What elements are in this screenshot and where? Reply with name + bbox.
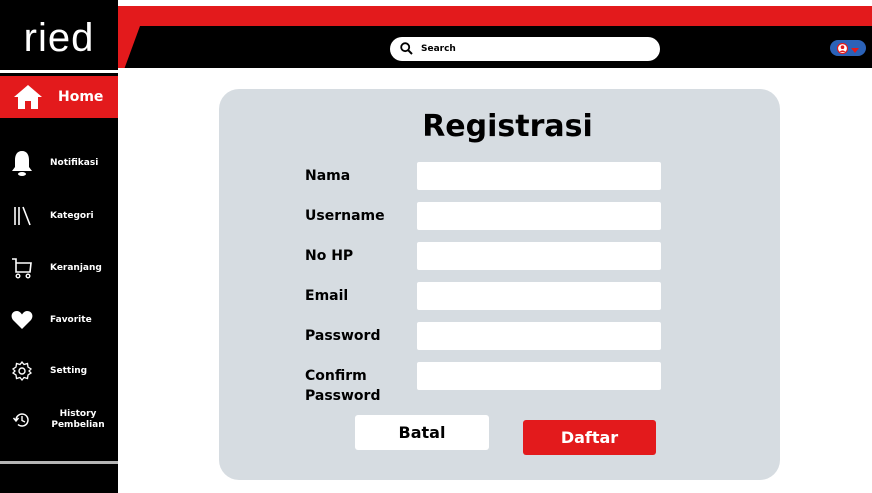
confirm-password-input[interactable] bbox=[417, 362, 661, 390]
form-row-username: Username bbox=[305, 202, 665, 230]
field-label: No HP bbox=[305, 248, 354, 264]
sidebar-item-label: Keranjang bbox=[50, 262, 102, 273]
nav-accent-notch bbox=[118, 26, 140, 68]
form-row-nama: Nama bbox=[305, 162, 665, 190]
form-row-email: Email bbox=[305, 282, 665, 310]
cancel-button[interactable]: Batal bbox=[355, 415, 489, 450]
home-icon bbox=[8, 76, 48, 118]
heart-icon bbox=[2, 300, 42, 340]
bell-icon bbox=[2, 143, 42, 183]
user-icon bbox=[836, 39, 849, 58]
search-bar[interactable]: Search bbox=[390, 37, 660, 61]
sidebar-item-label: Favorite bbox=[50, 314, 92, 325]
search-label: Search bbox=[421, 44, 456, 54]
sidebar-item-label: Home bbox=[58, 89, 104, 105]
history-icon bbox=[2, 400, 42, 440]
sidebar-item-setting[interactable]: Setting bbox=[0, 351, 118, 391]
sidebar-item-keranjang[interactable]: Keranjang bbox=[0, 248, 118, 288]
register-button[interactable]: Daftar bbox=[523, 420, 656, 455]
app-logo[interactable]: ried bbox=[0, 16, 118, 66]
sidebar-item-home[interactable]: Home bbox=[0, 76, 118, 118]
phone-input[interactable] bbox=[417, 242, 661, 270]
form-row-no-hp: No HP bbox=[305, 242, 665, 270]
field-label: Nama bbox=[305, 168, 351, 184]
field-label: Confirm Password bbox=[305, 368, 381, 404]
chevron-down-icon bbox=[851, 39, 859, 58]
profile-menu-button[interactable] bbox=[830, 40, 866, 56]
sidebar-divider bbox=[0, 461, 118, 464]
username-input[interactable] bbox=[417, 202, 661, 230]
email-input[interactable] bbox=[417, 282, 661, 310]
sidebar-item-label: History Pembelian bbox=[51, 409, 105, 430]
nama-input[interactable] bbox=[417, 162, 661, 190]
library-icon bbox=[2, 196, 42, 236]
field-label: Username bbox=[305, 208, 385, 224]
cart-icon bbox=[2, 248, 42, 288]
password-input[interactable] bbox=[417, 322, 661, 350]
form-row-confirm-password: Confirm Password bbox=[305, 362, 665, 404]
sidebar: ried Home Notifikasi Kategori Keranjang … bbox=[0, 0, 118, 493]
sidebar-item-kategori[interactable]: Kategori bbox=[0, 196, 118, 236]
field-label: Password bbox=[305, 328, 381, 344]
logo-divider bbox=[0, 70, 118, 73]
sidebar-item-history[interactable]: History Pembelian bbox=[0, 400, 118, 440]
sidebar-item-notifikasi[interactable]: Notifikasi bbox=[0, 143, 118, 183]
form-row-password: Password bbox=[305, 322, 665, 350]
sidebar-item-label: Notifikasi bbox=[50, 157, 99, 168]
top-accent-strip bbox=[118, 6, 872, 26]
field-label: Email bbox=[305, 288, 349, 304]
page-title: Registrasi bbox=[422, 109, 593, 144]
search-icon bbox=[400, 40, 413, 59]
gear-icon bbox=[2, 351, 42, 391]
sidebar-item-label: Setting bbox=[50, 365, 88, 376]
top-accent-bar bbox=[0, 0, 872, 26]
sidebar-item-favorite[interactable]: Favorite bbox=[0, 300, 118, 340]
sidebar-item-label: Kategori bbox=[50, 210, 94, 221]
registration-card: Registrasi Nama Username No HP Email Pas… bbox=[219, 89, 780, 480]
